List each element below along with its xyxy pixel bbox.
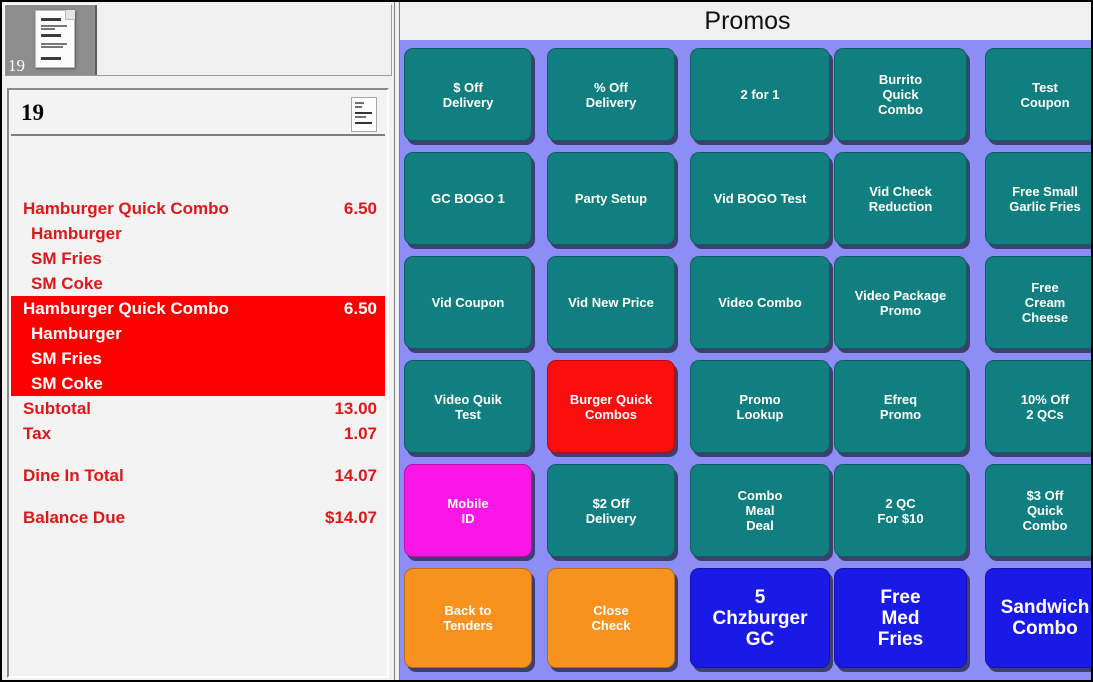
total-value: $14.07: [325, 508, 377, 527]
check-pane: 19 19 Hamburger Quick Combo 6.50 Hamburger…: [2, 2, 394, 680]
promo-button-2-qc-for-10[interactable]: 2 QC For $10: [834, 464, 967, 557]
order-modifier-row[interactable]: SM Coke: [11, 371, 385, 396]
promo-button-off-delivery[interactable]: % Off Delivery: [547, 48, 675, 141]
promo-button-burger-quick-combos[interactable]: Burger Quick Combos: [547, 360, 675, 453]
check-number: 19: [21, 100, 44, 125]
total-value: 14.07: [334, 466, 377, 485]
promo-button-free-small-garlic-fries[interactable]: Free Small Garlic Fries: [985, 152, 1091, 245]
promo-button-back-to-tenders[interactable]: Back to Tenders: [404, 568, 532, 668]
total-row: Tax 1.07: [11, 421, 385, 446]
promo-button-party-setup[interactable]: Party Setup: [547, 152, 675, 245]
order-modifier-name: Hamburger: [31, 224, 122, 243]
receipt-thumbnail-icon: [35, 10, 75, 68]
order-item-price: 6.50: [343, 299, 377, 318]
check-thumbnail-tile[interactable]: 19: [5, 5, 97, 75]
order-modifier-name: Hamburger: [31, 324, 122, 343]
check-thumbnail-label: 19: [8, 56, 25, 75]
check-body: Hamburger Quick Combo 6.50 Hamburger SM Fri…: [11, 138, 385, 674]
promo-button-10-off-2-qcs[interactable]: 10% Off 2 QCs: [985, 360, 1091, 453]
promo-button-video-quik-test[interactable]: Video Quik Test: [404, 360, 532, 453]
order-item-price: 6.50: [343, 199, 377, 218]
order-modifier-name: SM Coke: [31, 274, 103, 293]
order-item-row[interactable]: Hamburger Quick Combo 6.50: [11, 296, 385, 321]
promo-button-2-for-1[interactable]: 2 for 1: [690, 48, 830, 141]
order-item-name: Hamburger Quick Combo: [23, 299, 229, 318]
promo-button-vid-check-reduction[interactable]: Vid Check Reduction: [834, 152, 967, 245]
total-label: Subtotal: [23, 399, 91, 418]
pos-application-window: 19 19 Hamburger Quick Combo 6.50 Hamburger…: [0, 0, 1093, 682]
promo-button-3-off-quick-combo[interactable]: $3 Off Quick Combo: [985, 464, 1091, 557]
promo-button-off-delivery[interactable]: $ Off Delivery: [404, 48, 532, 141]
promo-button-test-coupon[interactable]: Test Coupon: [985, 48, 1091, 141]
promos-header: Promos: [400, 2, 1091, 40]
promo-button-free-cream-cheese[interactable]: Free Cream Cheese: [985, 256, 1091, 349]
total-label: Tax: [23, 424, 52, 443]
order-item-group[interactable]: Hamburger Quick Combo 6.50 Hamburger SM Fri…: [11, 196, 385, 296]
total-label: Balance Due: [23, 508, 126, 527]
check-thumbnail-strip: 19: [4, 4, 392, 76]
promos-pane: Promos $ Off Delivery% Off Delivery 2 for…: [400, 2, 1091, 680]
order-modifier-row[interactable]: SM Coke: [11, 271, 385, 296]
check-header: 19: [11, 92, 385, 136]
promo-button-close-check[interactable]: Close Check: [547, 568, 675, 668]
promo-button-promo-lookup[interactable]: Promo Lookup: [690, 360, 830, 453]
promo-button-5-chzburger-gc[interactable]: 5 Chzburger GC: [690, 568, 830, 668]
order-modifier-name: SM Fries: [31, 349, 102, 368]
total-label: Dine In Total: [23, 466, 124, 485]
order-modifier-row[interactable]: Hamburger: [11, 321, 385, 346]
totals-spacer: [11, 488, 385, 505]
promo-button-video-package-promo[interactable]: Video Package Promo: [834, 256, 967, 349]
check-detail-panel: 19 Hamburger Quick Combo 6.50 Hamburger SM …: [7, 88, 389, 678]
total-row: Dine In Total 14.07: [11, 463, 385, 488]
order-item-row[interactable]: Hamburger Quick Combo 6.50: [11, 196, 385, 221]
order-modifier-name: SM Fries: [31, 249, 102, 268]
order-modifier-row[interactable]: Hamburger: [11, 221, 385, 246]
order-item-list: Hamburger Quick Combo 6.50 Hamburger SM Fri…: [11, 196, 385, 396]
order-modifier-row[interactable]: SM Fries: [11, 246, 385, 271]
receipt-icon[interactable]: [351, 97, 377, 132]
promo-button-burrito-quick-combo[interactable]: Burrito Quick Combo: [834, 48, 967, 141]
promo-button-vid-coupon[interactable]: Vid Coupon: [404, 256, 532, 349]
promo-button-video-combo[interactable]: Video Combo: [690, 256, 830, 349]
order-item-group[interactable]: Hamburger Quick Combo 6.50 Hamburger SM Fri…: [11, 296, 385, 396]
promo-button-gc-bogo-1[interactable]: GC BOGO 1: [404, 152, 532, 245]
order-modifier-row[interactable]: SM Fries: [11, 346, 385, 371]
totals-spacer: [11, 446, 385, 463]
total-value: 13.00: [334, 399, 377, 418]
order-item-name: Hamburger Quick Combo: [23, 199, 229, 218]
total-row: Balance Due $14.07: [11, 505, 385, 530]
promo-button-free-med-fries[interactable]: Free Med Fries: [834, 568, 967, 668]
promo-button-sandwich-combo[interactable]: Sandwich Combo: [985, 568, 1091, 668]
check-totals: Subtotal 13.00 Tax 1.07 Dine In Total 14.07 Ba…: [11, 396, 385, 530]
promo-button-combo-meal-deal[interactable]: Combo Meal Deal: [690, 464, 830, 557]
total-value: 1.07: [343, 424, 377, 443]
total-row: Subtotal 13.00: [11, 396, 385, 421]
promo-button-2-off-delivery[interactable]: $2 Off Delivery: [547, 464, 675, 557]
promo-button-vid-new-price[interactable]: Vid New Price: [547, 256, 675, 349]
promo-button-grid: $ Off Delivery% Off Delivery 2 for 1 Burri…: [400, 40, 1091, 680]
order-modifier-name: SM Coke: [31, 374, 103, 393]
check-top-spacer: [11, 138, 385, 196]
promo-button-vid-bogo-test[interactable]: Vid BOGO Test: [690, 152, 830, 245]
promo-button-mobile-id[interactable]: Mobile ID: [404, 464, 532, 557]
page-title: Promos: [704, 7, 791, 35]
promo-button-efreq-promo[interactable]: Efreq Promo: [834, 360, 967, 453]
